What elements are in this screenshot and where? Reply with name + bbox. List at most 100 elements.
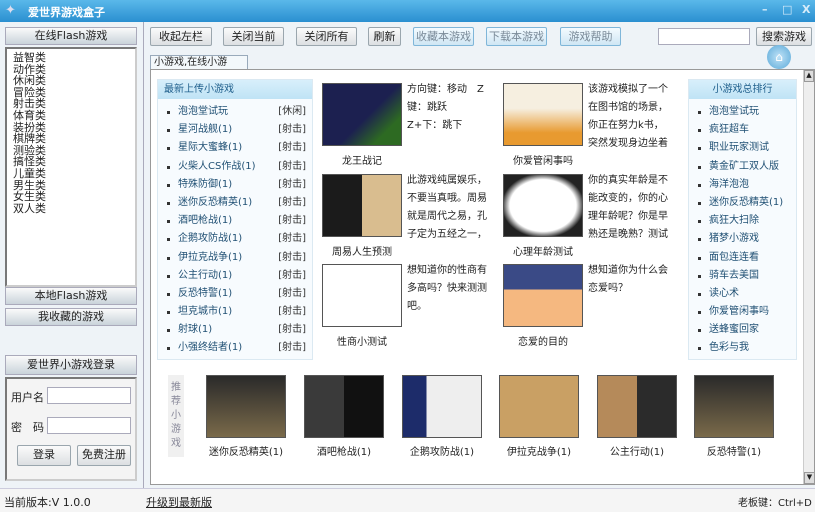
latest-game-item[interactable]: 坦克城市(1) [射击] [166,303,312,321]
latest-game-item[interactable]: 星际大蜜蜂(1) [射击] [166,139,312,157]
game-thumbnail[interactable] [503,83,583,146]
game-name[interactable]: 伊拉克战争(1) [178,252,242,263]
login-button[interactable]: 登录 [17,445,71,466]
latest-game-item[interactable]: 泡泡堂试玩 [休闲] [166,103,312,121]
game-title[interactable]: 性商小测试 [312,333,412,348]
collapse-left-button[interactable]: 收起左栏 [150,27,212,46]
latest-game-item[interactable]: 企鹅攻防战(1) [射击] [166,230,312,248]
category-item[interactable]: 棋牌类 [13,133,129,145]
ranking-item[interactable]: 面包连连看 [697,249,796,267]
latest-game-item[interactable]: 射球(1) [射击] [166,321,312,339]
refresh-button[interactable]: 刷新 [368,27,401,46]
ranking-item[interactable]: 海洋泡泡 [697,176,796,194]
game-title[interactable]: 你爱管闲事吗 [493,152,593,167]
game-name[interactable]: 星际大蜜蜂(1) [178,142,242,153]
latest-game-item[interactable]: 火柴人CS作战(1) [射击] [166,158,312,176]
recommended-game-thumbnail[interactable] [597,375,677,438]
latest-game-item[interactable]: 小强终结者(1) [射击] [166,339,312,357]
category-item[interactable]: 儿童类 [13,168,129,180]
home-icon[interactable]: ⌂ [767,45,791,69]
scroll-up-icon[interactable]: ▲ [804,70,814,82]
minimize-button[interactable]: – [762,3,768,16]
tab-mini-games[interactable]: 小游戏,在线小游戏,... [150,55,248,81]
online-flash-games-button[interactable]: 在线Flash游戏 [5,27,137,45]
recommend-label: 推荐小游戏 [168,375,184,457]
scrollbar[interactable]: ▲ ▼ [803,70,815,484]
game-name[interactable]: 特殊防御(1) [178,179,232,190]
recommended-game-thumbnail[interactable] [206,375,286,438]
recommended-game-thumbnail[interactable] [694,375,774,438]
ranking-item[interactable]: 泡泡堂试玩 [697,103,796,121]
game-name[interactable]: 火柴人CS作战(1) [178,161,256,172]
game-title[interactable]: 心理年龄测试 [493,243,593,258]
register-button[interactable]: 免费注册 [77,445,131,466]
ranking-item[interactable]: 骑车去美国 [697,267,796,285]
game-thumbnail[interactable] [322,174,402,237]
scroll-down-icon[interactable]: ▼ [804,472,815,484]
recommended-game-thumbnail[interactable] [402,375,482,438]
close-current-button[interactable]: 关闭当前 [223,27,284,46]
recommended-game-title[interactable]: 公主行动(1) [587,443,687,458]
ranking-item[interactable]: 黄金矿工双人版 [697,158,796,176]
recommended-game-thumbnail[interactable] [499,375,579,438]
game-name[interactable]: 坦克城市(1) [178,306,232,317]
recommended-game-title[interactable]: 迷你反恐精英(1) [196,443,296,458]
category-item[interactable]: 益智类 [13,52,129,64]
ranking-item[interactable]: 送蜂蜜回家 [697,321,796,339]
latest-game-item[interactable]: 反恐特警(1) [射击] [166,285,312,303]
game-title[interactable]: 龙王战记 [312,152,412,167]
game-description: 方向键：移动 Z键：跳跃 Z+下：跳下 [407,84,484,131]
game-help-button[interactable]: 游戏帮助 [560,27,621,46]
close-button[interactable]: X [802,3,810,16]
latest-game-item[interactable]: 迷你反恐精英(1) [射击] [166,194,312,212]
close-all-button[interactable]: 关闭所有 [296,27,357,46]
game-name[interactable]: 反恐特警(1) [178,288,232,299]
game-title[interactable]: 周易人生预测 [312,243,412,258]
latest-game-item[interactable]: 星河战舰(1) [射击] [166,121,312,139]
recommended-game-thumbnail[interactable] [304,375,384,438]
game-thumbnail[interactable] [322,264,402,327]
ranking-item[interactable]: 读心术 [697,285,796,303]
recommended-game-title[interactable]: 酒吧枪战(1) [294,443,394,458]
game-name[interactable]: 公主行动(1) [178,270,232,281]
game-name[interactable]: 酒吧枪战(1) [178,215,232,226]
local-flash-games-button[interactable]: 本地Flash游戏 [5,287,137,305]
recommended-game-title[interactable]: 反恐特警(1) [684,443,784,458]
username-input[interactable] [47,387,131,404]
ranking-item[interactable]: 疯狂大扫除 [697,212,796,230]
ranking-item[interactable]: 猪梦小游戏 [697,230,796,248]
password-input[interactable] [47,417,131,434]
latest-game-item[interactable]: 伊拉克战争(1) [射击] [166,249,312,267]
my-favorites-button[interactable]: 我收藏的游戏 [5,308,137,326]
maximize-button[interactable]: □ [782,3,792,16]
game-thumbnail[interactable] [322,83,402,146]
ranking-item[interactable]: 迷你反恐精英(1) [697,194,796,212]
game-thumbnail[interactable] [503,174,583,237]
search-input[interactable] [658,28,750,45]
game-thumbnail[interactable] [503,264,583,327]
ranking-item[interactable]: 你爱管闲事吗 [697,303,796,321]
game-name[interactable]: 星河战舰(1) [178,124,232,135]
upgrade-link[interactable]: 升级到最新版 [146,494,212,510]
ranking-item[interactable]: 疯狂超车 [697,121,796,139]
search-button[interactable]: 搜索游戏 [756,27,812,46]
category-list[interactable]: 益智类 动作类 休闲类 冒险类 射击类 体育类 装扮类 棋牌类 测验类 搞怪类 儿童类 男生类 女生类双… [5,47,137,287]
latest-game-item[interactable]: 公主行动(1) [射击] [166,267,312,285]
game-name[interactable]: 射球(1) [178,324,212,335]
game-name[interactable]: 企鹅攻防战(1) [178,233,242,244]
category-item[interactable]: 双人类 [13,203,129,215]
latest-game-item[interactable]: 酒吧枪战(1) [射击] [166,212,312,230]
recommended-game-title[interactable]: 伊拉克战争(1) [489,443,589,458]
category-item[interactable]: 体育类 [13,110,129,122]
category-item[interactable]: 女生类 [13,191,129,203]
game-name[interactable]: 泡泡堂试玩 [178,106,228,117]
ranking-item[interactable]: 职业玩家测试 [697,139,796,157]
latest-game-item[interactable]: 特殊防御(1) [射击] [166,176,312,194]
game-name[interactable]: 迷你反恐精英(1) [178,197,252,208]
ranking-item[interactable]: 色彩与我 [697,339,796,357]
download-game-button[interactable]: 下载本游戏 [486,27,547,46]
favorite-game-button[interactable]: 收藏本游戏 [413,27,474,46]
game-title[interactable]: 恋爱的目的 [493,333,593,348]
recommended-game-title[interactable]: 企鹅攻防战(1) [392,443,492,458]
game-name[interactable]: 小强终结者(1) [178,342,242,353]
